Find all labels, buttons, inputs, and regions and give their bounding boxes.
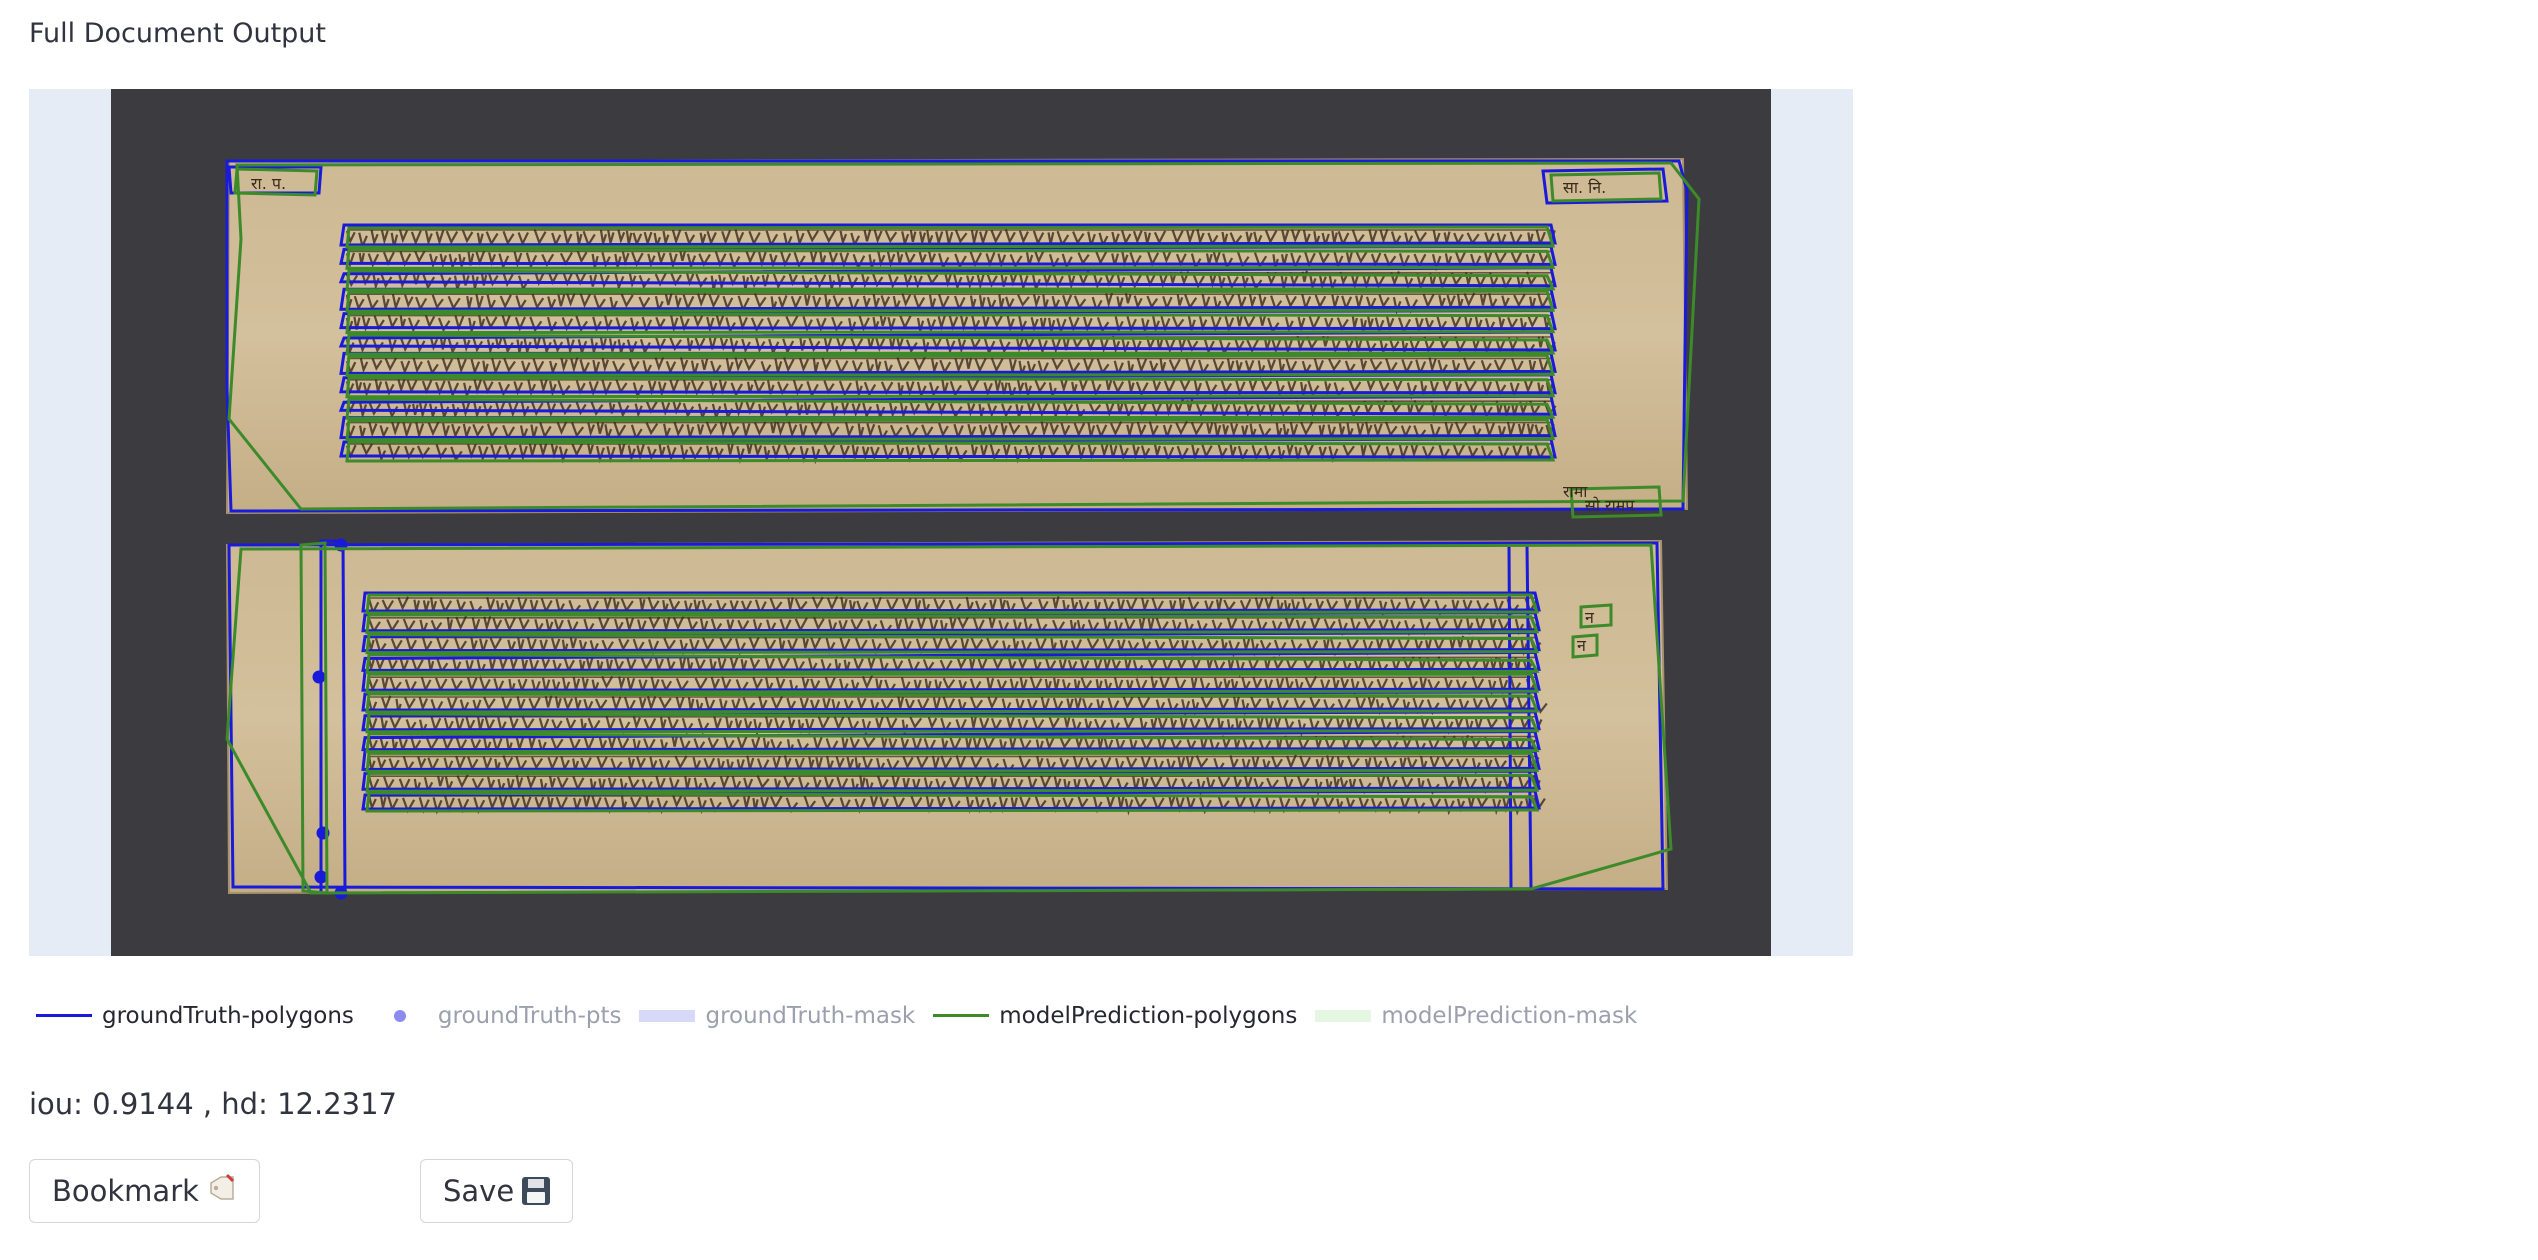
floppy-disk-icon [522, 1177, 551, 1205]
legend-label: groundTruth-mask [705, 1003, 916, 1029]
gt-point [312, 670, 326, 684]
margin-label: सो रामप [1585, 496, 1635, 515]
margin-label: रा. प. [251, 174, 286, 193]
bookmark-tag-icon [207, 1173, 237, 1210]
margin-label: रामा [1563, 482, 1588, 501]
legend-label: groundTruth-pts [437, 1003, 622, 1029]
legend-item-groundtruth-polygons[interactable]: groundTruth-polygons [36, 1003, 354, 1029]
metrics-readout: iou: 0.9144 , hd: 12.2317 [29, 1087, 397, 1121]
bookmark-button-label: Bookmark [52, 1174, 199, 1208]
plot-legend: groundTruth-polygons groundTruth-pts gro… [36, 998, 1655, 1034]
margin-label: न [1577, 636, 1587, 655]
bookmark-button[interactable]: Bookmark [29, 1159, 260, 1223]
page-title: Full Document Output [29, 18, 326, 49]
save-button-label: Save [443, 1174, 515, 1208]
legend-label: modelPrediction-mask [1381, 1003, 1638, 1029]
document-image[interactable]: रा. प. सा. नि. न न सो रामप रामा [111, 89, 1771, 956]
margin-label: न [1585, 608, 1595, 627]
line-swatch-icon [36, 1008, 92, 1024]
dot-swatch-icon [372, 1008, 428, 1024]
legend-item-groundtruth-pts[interactable]: groundTruth-pts [372, 1003, 622, 1029]
legend-item-groundtruth-mask[interactable]: groundTruth-mask [639, 1003, 915, 1029]
legend-label: modelPrediction-polygons [999, 1003, 1298, 1029]
legend-item-modelprediction-mask[interactable]: modelPrediction-mask [1315, 1003, 1637, 1029]
plot-area[interactable]: रा. प. सा. नि. न न सो रामप रामा [29, 89, 1853, 956]
box-swatch-icon [639, 1008, 696, 1024]
legend-item-modelprediction-polygons[interactable]: modelPrediction-polygons [933, 1003, 1297, 1029]
save-button[interactable]: Save [420, 1159, 574, 1223]
gt-point [314, 870, 328, 884]
manuscript-svg: रा. प. सा. नि. नन सो रामपरामा [225, 157, 1701, 900]
legend-label: groundTruth-polygons [102, 1003, 354, 1029]
line-swatch-icon [933, 1008, 990, 1024]
margin-label: सा. नि. [1563, 178, 1606, 197]
box-swatch-icon [1315, 1008, 1372, 1024]
